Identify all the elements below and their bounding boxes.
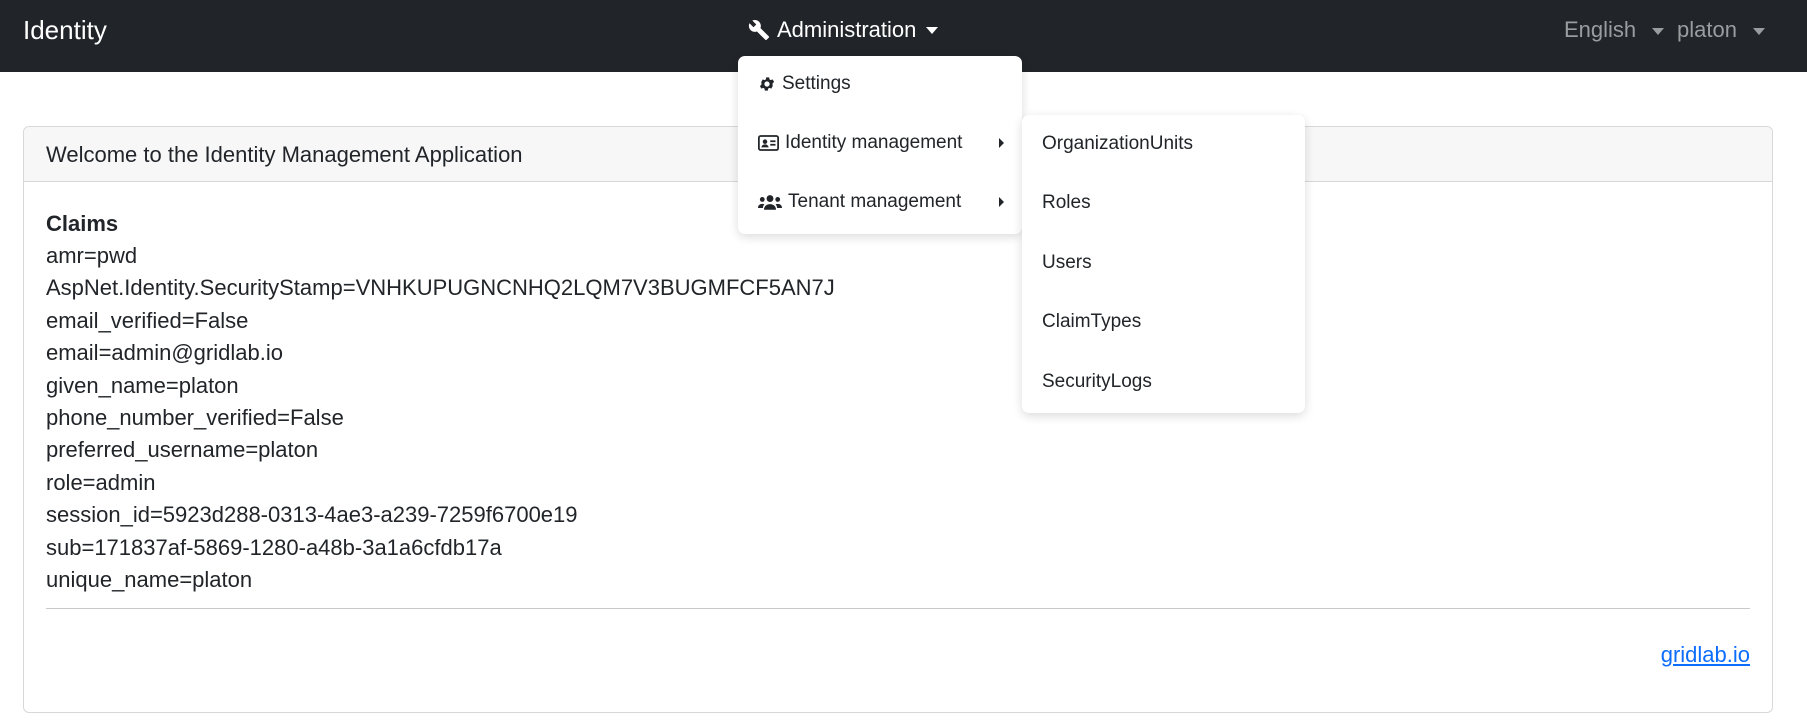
chevron-down-icon	[1753, 27, 1766, 35]
claim-item: AspNet.Identity.SecurityStamp=VNHKUPUGNC…	[46, 275, 835, 301]
administration-menu-toggle[interactable]: Administration	[748, 17, 939, 43]
chevron-right-icon	[999, 197, 1004, 207]
menu-item-identity-management[interactable]: Identity management	[758, 132, 1008, 154]
gear-icon	[759, 77, 775, 91]
user-label: platon	[1677, 17, 1737, 42]
claim-item: email=admin@gridlab.io	[46, 340, 283, 366]
claim-item: given_name=platon	[46, 372, 239, 398]
id-card-icon	[758, 135, 779, 151]
submenu-item-organization-units[interactable]: OrganizationUnits	[1042, 133, 1193, 155]
claim-item: unique_name=platon	[46, 567, 253, 593]
submenu-item-claim-types[interactable]: ClaimTypes	[1042, 311, 1141, 333]
chevron-right-icon	[999, 138, 1004, 148]
card-body: Claims amr=pwd AspNet.Identity.SecurityS…	[24, 182, 1772, 610]
submenu-item-roles[interactable]: Roles	[1042, 192, 1091, 214]
menu-item-label: Settings	[782, 73, 851, 94]
submenu-item-users[interactable]: Users	[1042, 252, 1092, 274]
claim-item: email_verified=False	[46, 307, 249, 333]
language-menu-toggle[interactable]: English	[1564, 17, 1665, 43]
administration-dropdown: Settings Identity management Tenant mana…	[738, 56, 1022, 234]
claim-item: sub=171837af-5869-1280-a48b-3a1a6cfdb17a	[46, 534, 502, 560]
wrench-icon	[748, 20, 770, 41]
users-icon	[758, 195, 782, 210]
footer-link-gridlab[interactable]: gridlab.io	[1661, 642, 1750, 668]
menu-item-label: Identity management	[785, 132, 963, 153]
menu-item-settings[interactable]: Settings	[758, 73, 1008, 95]
menu-item-tenant-management[interactable]: Tenant management	[758, 191, 1008, 213]
submenu-item-security-logs[interactable]: SecurityLogs	[1042, 371, 1152, 393]
divider	[46, 608, 1750, 610]
administration-label: Administration	[777, 17, 917, 42]
claim-item: preferred_username=platon	[46, 437, 319, 463]
user-menu-toggle[interactable]: platon	[1677, 17, 1766, 43]
chevron-down-icon	[1652, 27, 1665, 35]
claim-item: role=admin	[46, 469, 156, 495]
claim-item: session_id=5923d288-0313-4ae3-a239-7259f…	[46, 502, 578, 528]
claim-item: phone_number_verified=False	[46, 405, 344, 431]
claim-item: amr=pwd	[46, 243, 138, 268]
brand-title[interactable]: Identity	[23, 15, 107, 45]
chevron-down-icon	[926, 26, 939, 34]
identity-management-submenu: OrganizationUnits Roles Users ClaimTypes…	[1022, 115, 1305, 413]
menu-item-label: Tenant management	[788, 191, 962, 212]
language-label: English	[1564, 17, 1637, 42]
